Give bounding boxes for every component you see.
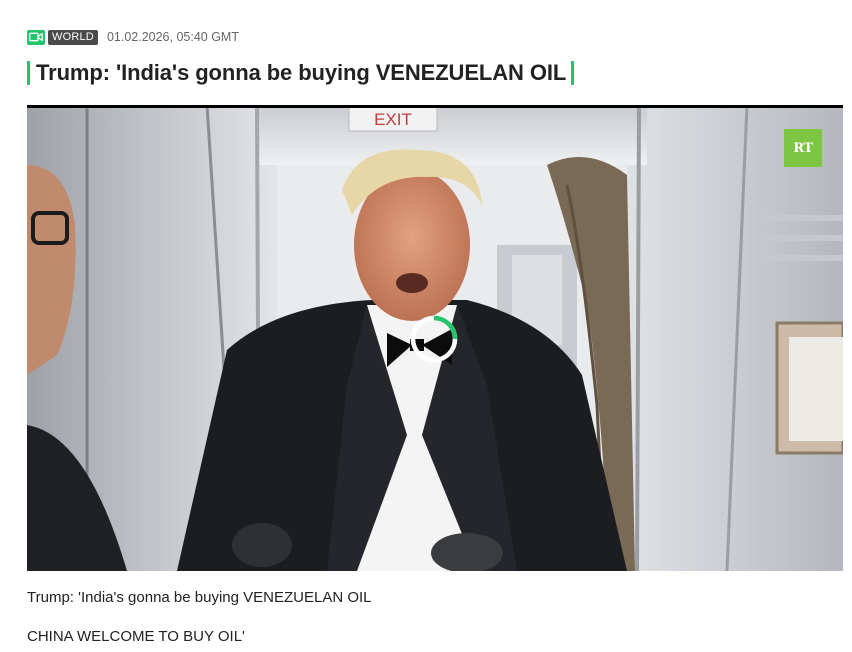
page-title: Trump: 'India's gonna be buying VENEZUEL… <box>36 60 567 85</box>
exit-sign-text: EXIT <box>374 110 412 129</box>
article-meta: WORLD 01.02.2026, 05:40 GMT <box>27 29 239 45</box>
rt-logo-text: RT <box>793 140 813 156</box>
article-paragraph: CHINA WELCOME TO BUY OIL' <box>27 628 245 645</box>
rt-watermark-logo: RT <box>784 129 822 167</box>
publish-date: 01.02.2026, 05:40 GMT <box>106 30 239 44</box>
category-badge[interactable]: WORLD <box>48 29 98 45</box>
headline-right-bar <box>571 61 575 85</box>
video-top-border <box>27 105 843 108</box>
video-camera-icon <box>27 29 45 45</box>
video-player[interactable]: EXIT RT <box>27 105 843 571</box>
article-paragraph: Trump: 'India's gonna be buying VENEZUEL… <box>27 589 372 606</box>
loading-spinner-icon <box>409 314 459 364</box>
article-headline: Trump: 'India's gonna be buying VENEZUEL… <box>27 59 575 87</box>
